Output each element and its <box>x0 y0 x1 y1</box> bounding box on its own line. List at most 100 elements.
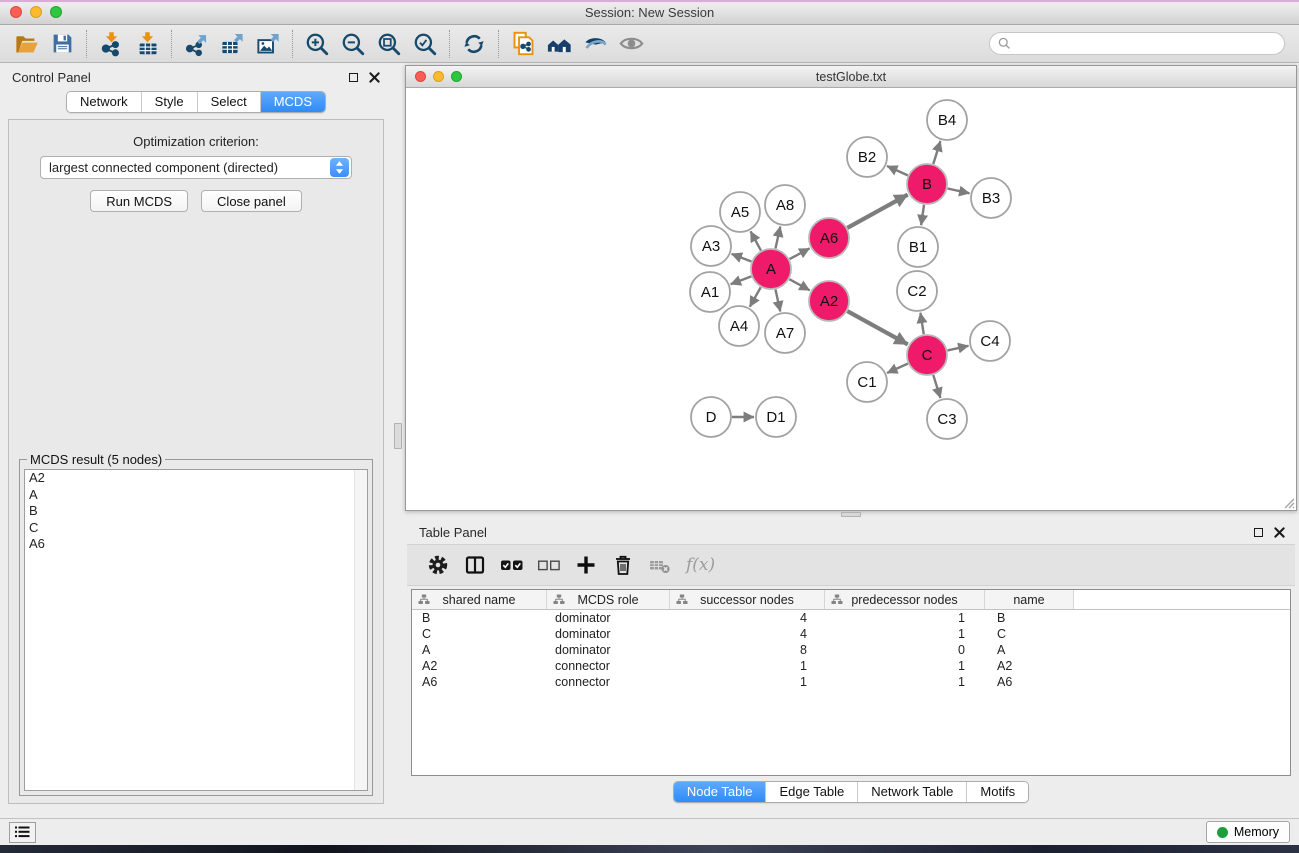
divider-grip[interactable] <box>394 423 402 449</box>
edge-B-B1[interactable] <box>921 205 924 225</box>
import-network-button[interactable] <box>93 28 129 60</box>
refresh-button[interactable] <box>456 28 492 60</box>
edge-B-B3[interactable] <box>948 188 970 193</box>
node-A7[interactable]: A7 <box>765 313 805 353</box>
zoom-in-button[interactable] <box>299 28 335 60</box>
memory-button[interactable]: Memory <box>1206 821 1290 843</box>
network-canvas[interactable]: AA1A2A3A4A5A6A7A8BB1B2B3B4CC1C2C3C4DD1 <box>406 88 1296 510</box>
show-graphics-details-button[interactable] <box>613 28 649 60</box>
table-row[interactable]: Bdominator41B <box>412 610 1290 626</box>
divider-grip[interactable] <box>841 512 861 517</box>
tab-node-table[interactable]: Node Table <box>674 782 766 802</box>
column-header-successor-nodes[interactable]: successor nodes <box>670 590 825 609</box>
run-mcds-button[interactable]: Run MCDS <box>90 190 188 212</box>
edge-A-A1[interactable] <box>731 276 752 284</box>
node-D[interactable]: D <box>691 397 731 437</box>
edge-C-C1[interactable] <box>887 364 908 373</box>
zoom-selected-button[interactable] <box>407 28 443 60</box>
function-builder-button[interactable]: f(x) <box>678 548 723 582</box>
network-graph[interactable]: AA1A2A3A4A5A6A7A8BB1B2B3B4CC1C2C3C4DD1 <box>406 88 1296 510</box>
node-C[interactable]: C <box>907 335 947 375</box>
edge-A-A8[interactable] <box>775 226 780 248</box>
edge-A6-B[interactable] <box>847 195 907 228</box>
new-network-from-selection-button[interactable] <box>505 28 541 60</box>
create-column-button[interactable] <box>567 548 604 582</box>
close-panel-button[interactable]: Close panel <box>201 190 302 212</box>
split-column-view-button[interactable] <box>456 548 493 582</box>
node-D1[interactable]: D1 <box>756 397 796 437</box>
zoom-fit-button[interactable] <box>371 28 407 60</box>
show-task-history-button[interactable] <box>9 822 36 843</box>
node-B2[interactable]: B2 <box>847 137 887 177</box>
export-network-button[interactable] <box>178 28 214 60</box>
result-scrollbar[interactable] <box>354 470 367 790</box>
edge-C-C4[interactable] <box>947 346 968 351</box>
node-A6[interactable]: A6 <box>809 218 849 258</box>
node-A4[interactable]: A4 <box>719 306 759 346</box>
node-C4[interactable]: C4 <box>970 321 1010 361</box>
search-input[interactable] <box>1016 37 1276 51</box>
table-row[interactable]: A2connector11A2 <box>412 658 1290 674</box>
result-item[interactable]: A6 <box>25 536 367 553</box>
mcds-result-list[interactable]: A2ABCA6 <box>24 469 368 791</box>
node-A1[interactable]: A1 <box>690 272 730 312</box>
column-header-shared-name[interactable]: shared name <box>412 590 547 609</box>
delete-columns-button[interactable] <box>604 548 641 582</box>
node-B4[interactable]: B4 <box>927 100 967 140</box>
import-table-button[interactable] <box>129 28 165 60</box>
node-A2[interactable]: A2 <box>809 281 849 321</box>
node-A5[interactable]: A5 <box>720 192 760 232</box>
column-header-name[interactable]: name <box>985 590 1074 609</box>
select-all-columns-button[interactable] <box>493 548 530 582</box>
node-C1[interactable]: C1 <box>847 362 887 402</box>
column-header-mcds-role[interactable]: MCDS role <box>547 590 670 609</box>
node-A3[interactable]: A3 <box>691 226 731 266</box>
tab-edge-table[interactable]: Edge Table <box>765 782 857 802</box>
column-header-predecessor-nodes[interactable]: predecessor nodes <box>825 590 985 609</box>
edge-C-C3[interactable] <box>933 375 940 398</box>
criterion-dropdown[interactable]: largest connected component (directed) <box>40 156 352 179</box>
node-A[interactable]: A <box>751 249 791 289</box>
vertical-split-divider[interactable] <box>392 63 405 818</box>
horizontal-split-divider[interactable] <box>405 511 1297 518</box>
edge-A-A4[interactable] <box>750 287 761 307</box>
edge-C-C2[interactable] <box>920 313 923 335</box>
close-panel-icon[interactable] <box>1274 527 1285 538</box>
result-item[interactable]: A2 <box>25 470 367 487</box>
table-row[interactable]: Adominator80A <box>412 642 1290 658</box>
first-neighbors-button[interactable] <box>541 28 577 60</box>
unselect-all-columns-button[interactable] <box>530 548 567 582</box>
result-item[interactable]: C <box>25 520 367 537</box>
table-row[interactable]: Cdominator41C <box>412 626 1290 642</box>
save-session-button[interactable] <box>44 28 80 60</box>
close-panel-icon[interactable] <box>369 72 380 83</box>
hide-graphics-details-button[interactable] <box>577 28 613 60</box>
float-panel-icon[interactable] <box>1254 528 1263 537</box>
open-session-button[interactable] <box>8 28 44 60</box>
node-A8[interactable]: A8 <box>765 185 805 225</box>
node-B[interactable]: B <box>907 164 947 204</box>
edge-A-A5[interactable] <box>751 231 761 250</box>
window-resize-grip[interactable] <box>1281 495 1295 509</box>
edge-A2-C[interactable] <box>847 311 907 344</box>
node-C3[interactable]: C3 <box>927 399 967 439</box>
result-item[interactable]: A <box>25 487 367 504</box>
float-panel-icon[interactable] <box>349 73 358 82</box>
zoom-out-button[interactable] <box>335 28 371 60</box>
node-C2[interactable]: C2 <box>897 271 937 311</box>
export-image-button[interactable] <box>250 28 286 60</box>
node-B3[interactable]: B3 <box>971 178 1011 218</box>
result-item[interactable]: B <box>25 503 367 520</box>
edge-A-A7[interactable] <box>775 290 780 312</box>
export-table-button[interactable] <box>214 28 250 60</box>
tab-mcds[interactable]: MCDS <box>260 92 325 112</box>
edge-A-A3[interactable] <box>732 254 752 262</box>
edge-B-B4[interactable] <box>933 141 940 164</box>
table-row[interactable]: A6connector11A6 <box>412 674 1290 690</box>
table-settings-button[interactable] <box>419 548 456 582</box>
edge-A-A6[interactable] <box>790 248 810 259</box>
tab-network[interactable]: Network <box>67 92 141 112</box>
tab-network-table[interactable]: Network Table <box>857 782 966 802</box>
tab-select[interactable]: Select <box>197 92 260 112</box>
tab-motifs[interactable]: Motifs <box>966 782 1028 802</box>
